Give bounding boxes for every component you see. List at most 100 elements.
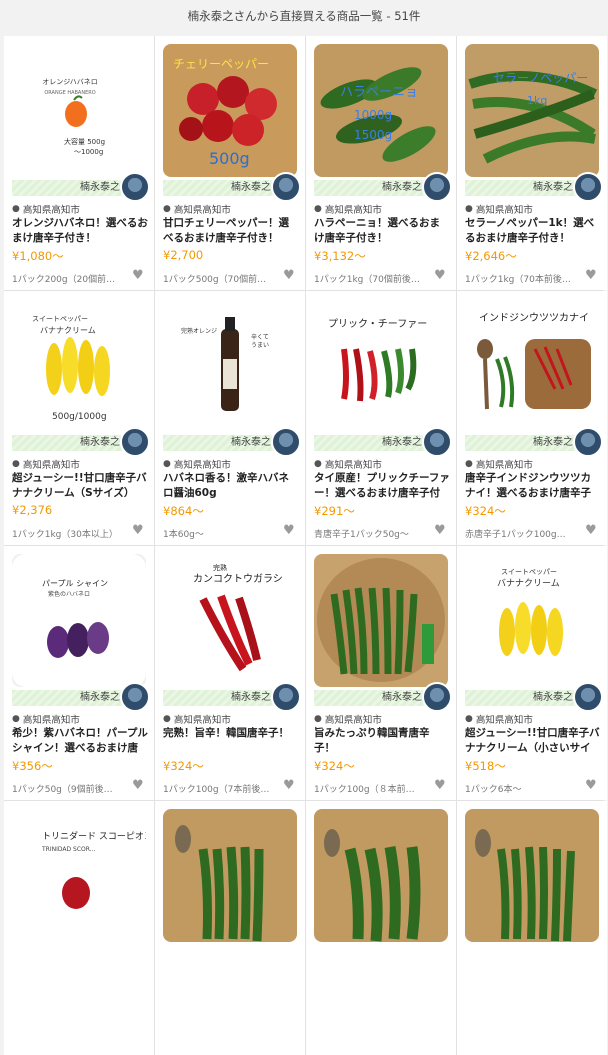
heart-icon[interactable]: ♥ bbox=[132, 779, 146, 793]
seller-row[interactable]: 楠永泰之 bbox=[465, 682, 603, 712]
product-meta: 1パック100g（８本前後）〜 bbox=[314, 785, 422, 795]
seller-name[interactable]: 楠永泰之 bbox=[80, 180, 120, 196]
product-title[interactable]: 希少！紫ハバネロ！パープルシャイン！選べるおまけ唐辛子付き！ bbox=[12, 726, 148, 756]
product-thumbnail[interactable]: オレンジハバネロ ORANGE HABANERO 大容量 500g 〜1000g bbox=[12, 44, 146, 177]
seller-row[interactable]: 楠永泰之 bbox=[12, 682, 150, 712]
seller-avatar[interactable] bbox=[422, 427, 452, 457]
product-thumbnail[interactable]: インドジンウツツカナイ bbox=[465, 299, 599, 432]
location-text: 高知県高知市 bbox=[173, 460, 231, 471]
seller-row[interactable]: 楠永泰之 bbox=[163, 427, 301, 457]
product-thumbnail[interactable]: セラーノペッパー 1kg bbox=[465, 44, 599, 177]
product-thumbnail[interactable] bbox=[163, 809, 297, 942]
product-thumbnail[interactable]: スイートペッパー バナナクリーム 500g/1000g bbox=[12, 299, 146, 432]
seller-row[interactable]: 楠永泰之 bbox=[465, 172, 603, 202]
product-thumbnail[interactable]: トリニダード スコーピオン TRINIDAD SCOR... bbox=[12, 809, 146, 942]
seller-row[interactable]: 楠永泰之 bbox=[12, 172, 150, 202]
heart-icon[interactable]: ♥ bbox=[434, 269, 448, 283]
seller-row[interactable]: 楠永泰之 bbox=[12, 427, 150, 457]
seller-avatar[interactable] bbox=[271, 682, 301, 712]
product-card[interactable]: 楠永泰之 ● 高知県高知市 旨みたっぷり韓国青唐辛子！ ¥324〜 1パック100… bbox=[306, 546, 456, 800]
seller-row[interactable]: 楠永泰之 bbox=[465, 427, 603, 457]
seller-name[interactable]: 楠永泰之 bbox=[533, 435, 573, 451]
product-card[interactable]: セラーノペッパー 1kg 楠永泰之 ● 高知県高知市 セラーノペッパー1k！選べる… bbox=[457, 36, 607, 290]
seller-row[interactable]: 楠永泰之 bbox=[314, 172, 452, 202]
heart-icon[interactable]: ♥ bbox=[434, 524, 448, 538]
location: ● 高知県高知市 bbox=[465, 712, 533, 726]
product-thumbnail[interactable]: ハラペーニョ 1000g 1500g bbox=[314, 44, 448, 177]
svg-text:1kg: 1kg bbox=[527, 94, 547, 107]
seller-name[interactable]: 楠永泰之 bbox=[382, 180, 422, 196]
product-title[interactable]: 超ジューシー!!甘口唐辛子バナナクリーム（小さいサイズ） bbox=[465, 726, 601, 756]
seller-row[interactable]: 楠永泰之 bbox=[314, 682, 452, 712]
seller-name[interactable]: 楠永泰之 bbox=[382, 435, 422, 451]
seller-row[interactable]: 楠永泰之 bbox=[163, 172, 301, 202]
seller-name[interactable]: 楠永泰之 bbox=[80, 690, 120, 706]
product-card[interactable]: オレンジハバネロ ORANGE HABANERO 大容量 500g 〜1000g… bbox=[4, 36, 154, 290]
seller-row[interactable]: 楠永泰之 bbox=[314, 427, 452, 457]
product-card[interactable]: パープル シャイン 紫色のハバネロ 楠永泰之 ● 高知県高知市 希少！紫ハバネロ！… bbox=[4, 546, 154, 800]
product-card[interactable]: トリニダード スコーピオン TRINIDAD SCOR... bbox=[4, 801, 154, 1055]
product-card[interactable]: インドジンウツツカナイ 楠永泰之 ● 高知県高知市 唐辛子インドジンウツツカナイ！… bbox=[457, 291, 607, 545]
product-thumbnail[interactable]: チェリーペッパー 500g bbox=[163, 44, 297, 177]
heart-icon[interactable]: ♥ bbox=[132, 524, 146, 538]
product-title[interactable]: ハラペーニョ！選べるおまけ唐辛子付き！ bbox=[314, 216, 450, 246]
product-thumbnail[interactable] bbox=[314, 809, 448, 942]
seller-name[interactable]: 楠永泰之 bbox=[382, 690, 422, 706]
product-thumbnail[interactable]: 完熟 カンコクトウガラシ bbox=[163, 554, 297, 687]
seller-name[interactable]: 楠永泰之 bbox=[231, 435, 271, 451]
location-pin-icon: ● bbox=[12, 714, 20, 724]
product-thumbnail[interactable]: パープル シャイン 紫色のハバネロ bbox=[12, 554, 146, 687]
product-title[interactable]: 唐辛子インドジンウツツカナイ！選べるおまけ唐辛子付き！ bbox=[465, 471, 601, 501]
seller-avatar[interactable] bbox=[271, 172, 301, 202]
seller-row[interactable]: 楠永泰之 bbox=[163, 682, 301, 712]
product-card[interactable]: 完熟オレンジ 辛くて うまい 楠永泰之 ● 高知県高知市 ハバネロ香る！激辛ハバネ… bbox=[155, 291, 305, 545]
seller-name[interactable]: 楠永泰之 bbox=[231, 690, 271, 706]
product-card[interactable]: ハラペーニョ 1000g 1500g 楠永泰之 ● 高知県高知市 ハラペーニョ！選… bbox=[306, 36, 456, 290]
product-card[interactable] bbox=[457, 801, 607, 1055]
product-card[interactable] bbox=[155, 801, 305, 1055]
heart-icon[interactable]: ♥ bbox=[434, 779, 448, 793]
seller-avatar[interactable] bbox=[120, 172, 150, 202]
product-card[interactable]: スイートペッパー バナナクリーム 楠永泰之 ● 高知県高知市 超ジューシー!!甘口… bbox=[457, 546, 607, 800]
product-card[interactable]: プリック・チーファー 楠永泰之 ● 高知県高知市 タイ原産！プリックチーファー！選… bbox=[306, 291, 456, 545]
seller-name[interactable]: 楠永泰之 bbox=[533, 690, 573, 706]
product-title[interactable]: オレンジハバネロ！選べるおまけ唐辛子付き！ bbox=[12, 216, 148, 246]
product-card[interactable]: 完熟 カンコクトウガラシ 楠永泰之 ● 高知県高知市 完熟！旨辛！韓国唐辛子！ ¥… bbox=[155, 546, 305, 800]
product-title[interactable]: 超ジューシー!!甘口唐辛子バナナクリーム（Sサイズ） bbox=[12, 471, 148, 501]
heart-icon[interactable]: ♥ bbox=[585, 779, 599, 793]
product-thumbnail[interactable]: 完熟オレンジ 辛くて うまい bbox=[163, 299, 297, 432]
seller-avatar[interactable] bbox=[422, 172, 452, 202]
product-thumbnail[interactable]: スイートペッパー バナナクリーム bbox=[465, 554, 599, 687]
heart-icon[interactable]: ♥ bbox=[283, 524, 297, 538]
product-title[interactable]: 甘口チェリーペッパー！選べるおまけ唐辛子付き！ bbox=[163, 216, 299, 246]
seller-name[interactable]: 楠永泰之 bbox=[80, 435, 120, 451]
product-card[interactable]: チェリーペッパー 500g 楠永泰之 ● 高知県高知市 甘口チェリーペッパー！選べ… bbox=[155, 36, 305, 290]
heart-icon[interactable]: ♥ bbox=[283, 269, 297, 283]
heart-icon[interactable]: ♥ bbox=[585, 524, 599, 538]
product-thumbnail[interactable]: プリック・チーファー bbox=[314, 299, 448, 432]
location: ● 高知県高知市 bbox=[163, 457, 231, 471]
seller-avatar[interactable] bbox=[422, 682, 452, 712]
seller-name[interactable]: 楠永泰之 bbox=[533, 180, 573, 196]
product-card[interactable] bbox=[306, 801, 456, 1055]
seller-avatar[interactable] bbox=[573, 682, 603, 712]
green-pepper-image bbox=[465, 809, 599, 942]
product-card[interactable]: スイートペッパー バナナクリーム 500g/1000g 楠永泰之 ● 高知県高知市… bbox=[4, 291, 154, 545]
seller-avatar[interactable] bbox=[120, 427, 150, 457]
heart-icon[interactable]: ♥ bbox=[283, 779, 297, 793]
product-thumbnail[interactable] bbox=[465, 809, 599, 942]
svg-text:1000g: 1000g bbox=[354, 108, 392, 122]
heart-icon[interactable]: ♥ bbox=[132, 269, 146, 283]
seller-avatar[interactable] bbox=[271, 427, 301, 457]
product-title[interactable]: 旨みたっぷり韓国青唐辛子！ bbox=[314, 726, 450, 756]
product-title[interactable]: セラーノペッパー1k！選べるおまけ唐辛子付き！ bbox=[465, 216, 601, 246]
seller-avatar[interactable] bbox=[120, 682, 150, 712]
seller-avatar[interactable] bbox=[573, 172, 603, 202]
seller-name[interactable]: 楠永泰之 bbox=[231, 180, 271, 196]
product-title[interactable]: タイ原産！プリックチーファー！選べるおまけ唐辛子付き！ bbox=[314, 471, 450, 501]
product-title[interactable]: 完熟！旨辛！韓国唐辛子！ bbox=[163, 726, 299, 741]
product-thumbnail[interactable] bbox=[314, 554, 448, 687]
heart-icon[interactable]: ♥ bbox=[585, 269, 599, 283]
product-title[interactable]: ハバネロ香る！激辛ハバネロ醤油60g bbox=[163, 471, 299, 501]
seller-avatar[interactable] bbox=[573, 427, 603, 457]
